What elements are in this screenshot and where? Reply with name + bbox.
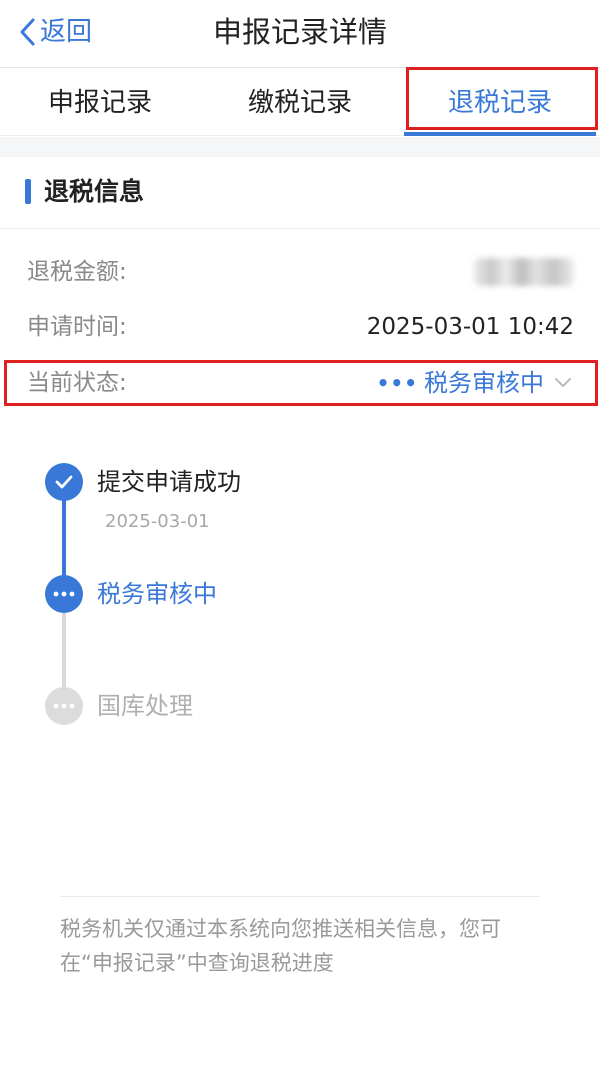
more-dots-icon	[53, 703, 75, 709]
tab-active-indicator	[404, 132, 596, 136]
section-title: 退税信息	[44, 177, 145, 206]
section-spacer	[0, 137, 600, 157]
current-status-value[interactable]: ••• 税务审核中	[377, 365, 572, 401]
footer-notice: 税务机关仅通过本系统向您推送相关信息，您可在“申报记录”中查询退税进度	[60, 917, 501, 975]
current-status-row[interactable]: 当前状态: ••• 税务审核中	[0, 355, 600, 411]
more-dots-icon: •••	[376, 371, 418, 395]
tab-declaration-records[interactable]: 申报记录	[0, 68, 200, 135]
refund-amount-row: 退税金额:	[0, 244, 600, 300]
chevron-down-icon	[555, 378, 571, 387]
nav-bar: 返回 申报记录详情	[0, 0, 600, 68]
timeline-node-pending	[45, 687, 83, 725]
refund-amount-label: 退税金额:	[27, 259, 127, 285]
timeline-node-done	[45, 463, 83, 501]
current-status-label: 当前状态:	[27, 370, 127, 396]
more-dots-icon	[53, 591, 75, 597]
timeline-step-2-label: 税务审核中	[97, 580, 217, 608]
apply-time-value: 2025-03-01 10:42	[366, 314, 574, 340]
apply-time-label: 申请时间:	[27, 314, 127, 340]
timeline-step-1-date: 2025-03-01	[105, 511, 210, 532]
timeline-step-1-label: 提交申请成功	[97, 468, 241, 496]
tab-refund-records[interactable]: 退税记录	[400, 68, 600, 136]
section-accent-bar	[25, 179, 31, 204]
refund-amount-value-blurred	[474, 258, 574, 286]
timeline-node-current	[45, 575, 83, 613]
current-status-text: 税务审核中	[424, 369, 544, 397]
apply-time-row: 申请时间: 2025-03-01 10:42	[0, 299, 600, 355]
page-title: 申报记录详情	[212, 15, 387, 49]
refund-info-header: 退税信息	[0, 157, 600, 229]
tab-payment-records[interactable]: 缴税记录	[200, 68, 400, 135]
footer-divider	[60, 896, 540, 897]
tab-refund-records-label: 退税记录	[447, 88, 552, 118]
timeline-step-3-label: 国库处理	[97, 692, 193, 720]
check-icon	[55, 475, 73, 489]
record-tabs: 申报记录 缴税记录 退税记录	[0, 68, 600, 136]
